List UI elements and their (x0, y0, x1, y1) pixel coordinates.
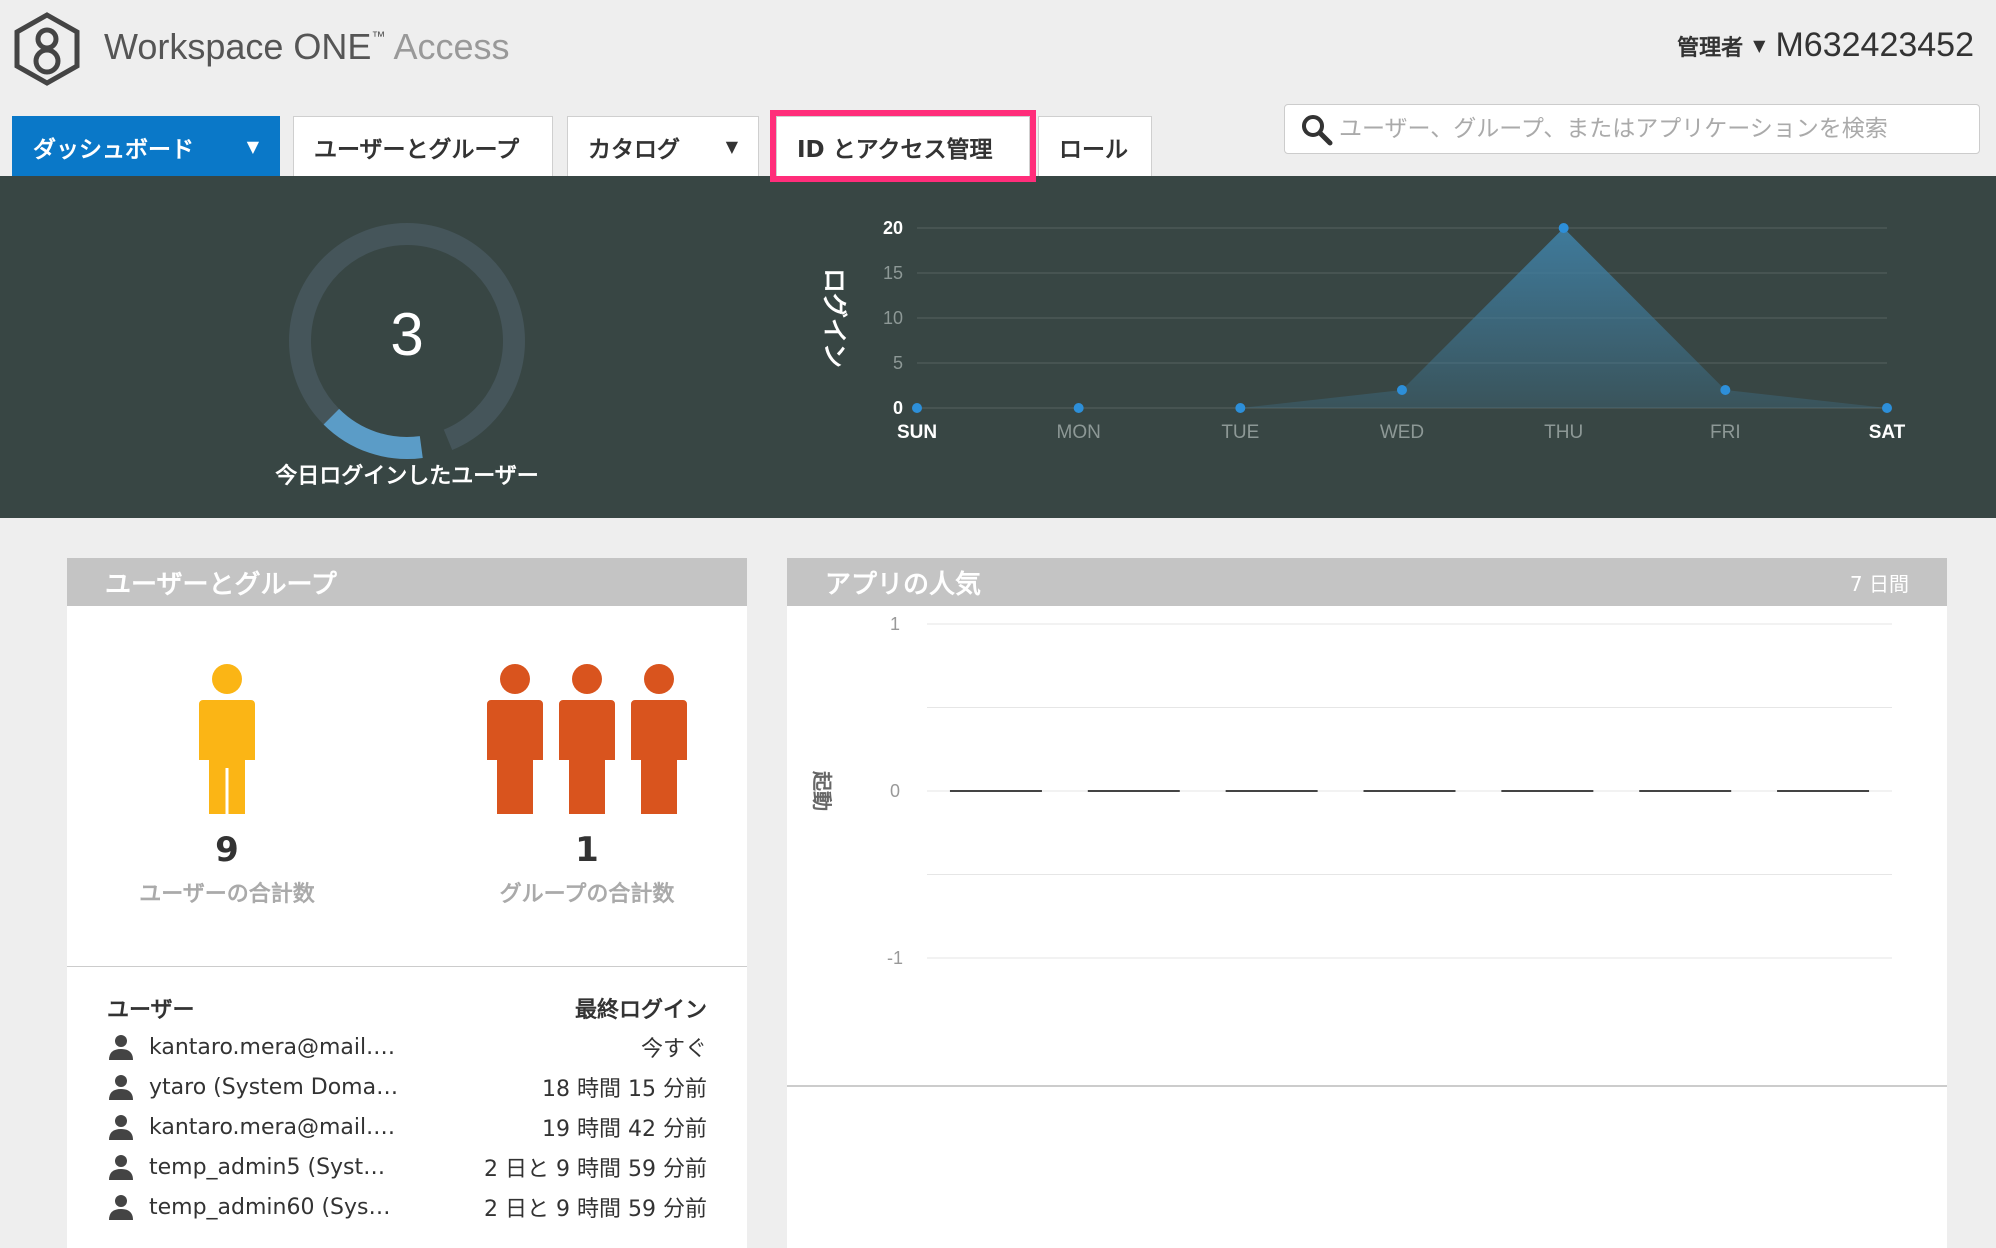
group-total-count: 1 (575, 830, 599, 870)
login-data-point (1882, 403, 1892, 413)
today-login-count: 3 (390, 301, 424, 368)
x-tick-label: TUE (1221, 422, 1259, 443)
login-time: 今すぐ (640, 1037, 707, 1062)
y-tick-label: 0 (893, 398, 903, 418)
app-popularity-panel-title: アプリの人気 7 日間 (787, 558, 1947, 606)
admin-menu[interactable]: 管理者 ▼ M632423452 (1677, 26, 1974, 65)
y-tick-label: 0 (890, 781, 900, 801)
login-user-name[interactable]: ytaro (System Doma… (149, 1075, 399, 1100)
search-input[interactable] (1339, 107, 1979, 151)
app-popularity-panel: アプリの人気 7 日間 10-1SATSUNMONTUEWEDTHUFRI起動 (787, 558, 1947, 1248)
x-tick-label: SAT (1869, 422, 1906, 443)
recent-logins-header: ユーザー 最終ログイン (107, 992, 707, 1024)
login-time: 18 時間 15 分前 (542, 1077, 707, 1102)
panel-divider (787, 1085, 1947, 1087)
person-icon (109, 1035, 133, 1060)
login-time: 19 時間 42 分前 (542, 1117, 707, 1142)
y-tick-label: -1 (887, 948, 903, 966)
person-icon (109, 1195, 133, 1220)
login-row[interactable]: temp_admin60 (Sys… 2 日と 9 時間 59 分前 (107, 1190, 707, 1224)
caret-down-icon[interactable]: ▼ (1753, 36, 1765, 55)
login-data-point (1720, 385, 1731, 395)
period-label[interactable]: 7 日間 (1850, 568, 1909, 597)
search-icon[interactable] (1299, 112, 1333, 146)
tab-users-groups-label[interactable]: ユーザーとグループ (314, 130, 519, 164)
group-figure-icon (487, 664, 687, 814)
col-last-login: 最終ログイン (574, 998, 707, 1023)
login-data-point (1073, 403, 1084, 413)
login-data-point (912, 403, 922, 413)
workspace-one-logo-icon (14, 12, 80, 86)
tab-roles[interactable]: ロール (1038, 116, 1152, 176)
x-tick-label: MON (1057, 422, 1101, 443)
app-launch-bar (1777, 790, 1870, 792)
tab-identity-access-label[interactable]: ID とアクセス管理 (797, 130, 993, 164)
x-tick-label: WED (1380, 422, 1424, 443)
tenant-id: M632423452 (1775, 26, 1974, 64)
login-data-point (1235, 403, 1246, 413)
x-tick-label: FRI (1710, 422, 1741, 443)
login-row[interactable]: temp_admin5 (Syst… 2 日と 9 時間 59 分前 (107, 1150, 707, 1184)
login-data-point (1558, 223, 1569, 233)
x-tick-label: SUN (897, 422, 937, 443)
today-login-label: 今日ログインしたユーザー (275, 464, 539, 489)
app-launch-bar (949, 790, 1042, 792)
tab-dashboard[interactable]: ダッシュボード ▼ (12, 116, 280, 176)
group-total-label: グループの合計数 (499, 882, 675, 907)
login-row[interactable]: ytaro (System Doma… 18 時間 15 分前 (107, 1070, 707, 1104)
y-axis-label: ログイン (820, 268, 849, 368)
admin-role[interactable]: 管理者 (1677, 30, 1743, 62)
weekly-login-chart: 20 15 10 5 0 SUN MON TUE WED THU FRI SAT ログイン (820, 218, 1906, 443)
login-user-name[interactable]: kantaro.mera@mail.… (149, 1115, 399, 1140)
user-total-stat: 9 ユーザーの合計数 (127, 830, 327, 908)
tab-identity-access-management[interactable]: ID とアクセス管理 (770, 110, 1036, 182)
app-launch-bar (1639, 790, 1732, 792)
users-groups-panel-title: ユーザーとグループ (67, 558, 747, 606)
app-launch-bar (1363, 790, 1456, 792)
login-user-name[interactable]: temp_admin60 (Sys… (149, 1195, 399, 1220)
user-total-label: ユーザーの合計数 (139, 882, 315, 907)
col-user: ユーザー (107, 998, 195, 1023)
y-tick-label: 10 (883, 308, 903, 328)
y-tick-label: 20 (883, 218, 903, 238)
caret-down-icon[interactable]: ▼ (726, 137, 738, 156)
login-data-point (1397, 385, 1407, 395)
global-search[interactable] (1284, 104, 1980, 154)
app-launch-bar (1501, 790, 1594, 792)
group-total-stat: 1 グループの合計数 (477, 830, 697, 908)
app-launch-bar (1087, 790, 1180, 792)
login-row[interactable]: kantaro.mera@mail.… 19 時間 42 分前 (107, 1110, 707, 1144)
login-time: 2 日と 9 時間 59 分前 (484, 1197, 707, 1222)
login-user-name[interactable]: kantaro.mera@mail.… (149, 1035, 399, 1060)
user-figure-icon (199, 664, 255, 814)
y-tick-label: 1 (890, 614, 900, 634)
x-tick-label: THU (1544, 422, 1583, 443)
brand-suffix: Access (393, 26, 510, 67)
users-groups-panel: ユーザーとグループ 9 ユーザーの合計数 1 グループの合計数 ユーザー 最終ロ… (67, 558, 747, 1248)
panel-divider (67, 966, 747, 967)
y-tick-label: 15 (883, 263, 903, 283)
y-axis-label: 起動 (810, 770, 834, 811)
login-user-name[interactable]: temp_admin5 (Syst… (149, 1155, 399, 1180)
tab-users-groups[interactable]: ユーザーとグループ (293, 116, 553, 176)
app-launch-chart: 10-1SATSUNMONTUEWEDTHUFRI起動 (810, 614, 1892, 966)
tab-catalog-label[interactable]: カタログ (588, 130, 680, 164)
login-time: 2 日と 9 時間 59 分前 (484, 1157, 707, 1182)
tab-dashboard-label[interactable]: ダッシュボード (33, 130, 194, 164)
brand-name: Workspace ONE™ Access (104, 26, 510, 67)
login-row[interactable]: kantaro.mera@mail.… 今すぐ (107, 1030, 707, 1064)
user-total-count: 9 (215, 830, 239, 870)
person-icon (109, 1075, 133, 1100)
person-icon (109, 1115, 133, 1140)
tab-roles-label[interactable]: ロール (1059, 130, 1128, 164)
person-icon (109, 1155, 133, 1180)
y-tick-label: 5 (893, 353, 903, 373)
caret-down-icon[interactable]: ▼ (247, 137, 259, 156)
app-launch-bar (1225, 790, 1318, 792)
tab-catalog[interactable]: カタログ ▼ (567, 116, 759, 176)
